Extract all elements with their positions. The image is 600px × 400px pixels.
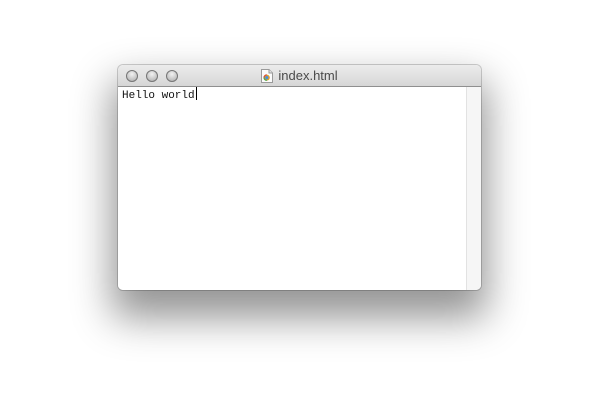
editor-text: Hello world <box>122 90 195 102</box>
vertical-scrollbar[interactable] <box>466 87 481 290</box>
html-document-icon <box>261 68 274 83</box>
text-caret <box>195 87 197 100</box>
text-editor-area[interactable]: Hello world <box>118 87 466 290</box>
window-title-group: index.html <box>118 65 481 86</box>
title-bar[interactable]: index.html <box>118 65 481 87</box>
window-title: index.html <box>278 68 338 83</box>
editor-line[interactable]: Hello world <box>122 87 197 103</box>
editor-window: index.html Hello world <box>118 65 481 290</box>
desktop: index.html Hello world <box>0 0 600 400</box>
